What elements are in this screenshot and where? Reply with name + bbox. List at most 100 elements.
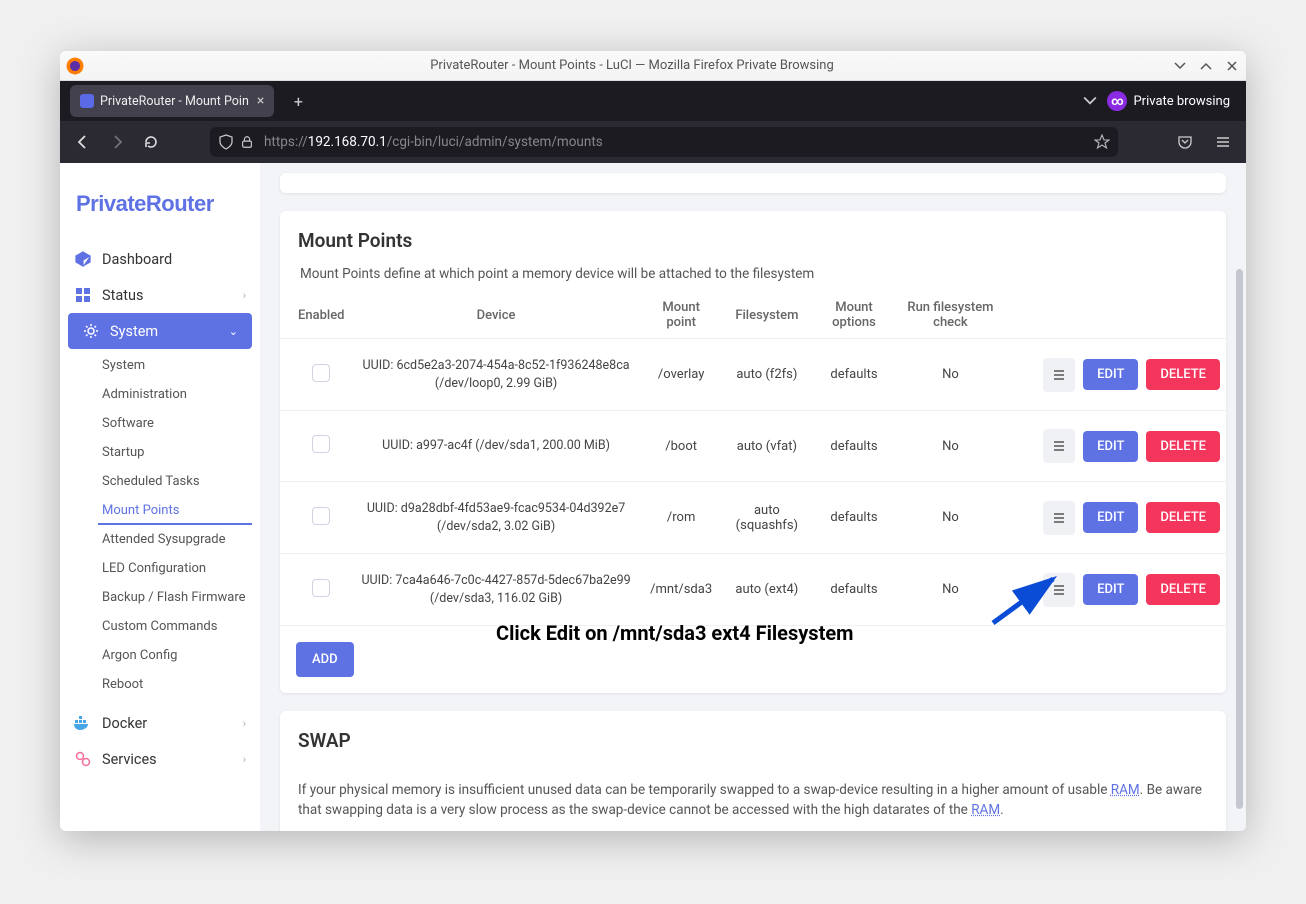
chevron-right-icon: › — [243, 289, 246, 302]
opts-cell: defaults — [813, 482, 895, 554]
back-button[interactable] — [68, 127, 98, 157]
col-mount-options: Mount options — [813, 292, 895, 339]
firefox-icon — [66, 57, 84, 75]
edit-button[interactable]: EDIT — [1083, 431, 1138, 462]
gear-icon — [82, 322, 100, 340]
edit-button[interactable]: EDIT — [1083, 574, 1138, 605]
fsck-cell: No — [895, 554, 1006, 626]
subitem-argon-config[interactable]: Argon Config — [60, 641, 260, 670]
browser-tab[interactable]: PrivateRouter - Mount Poin × — [70, 85, 274, 117]
maximize-button[interactable] — [1198, 58, 1214, 74]
table-row: UUID: d9a28dbf-4fd53ae9-fcac9534-04d392e… — [280, 482, 1226, 554]
close-window-button[interactable] — [1224, 58, 1240, 74]
mount-cell: /rom — [642, 482, 721, 554]
ram-link[interactable]: RAM — [971, 802, 1000, 818]
edit-button[interactable]: EDIT — [1083, 359, 1138, 390]
chevron-right-icon: › — [243, 753, 246, 766]
subitem-led-configuration[interactable]: LED Configuration — [60, 554, 260, 583]
mount-cell: /mnt/sda3 — [642, 554, 721, 626]
subitem-mount-points[interactable]: Mount Points — [98, 496, 252, 525]
page-content: PrivateRouter Dashboard Status › System … — [60, 163, 1246, 831]
table-row: UUID: 6cd5e2a3-2074-454a-8c52-1f936248e8… — [280, 339, 1226, 411]
subitem-scheduled-tasks[interactable]: Scheduled Tasks — [60, 467, 260, 496]
device-cell: UUID: 6cd5e2a3-2074-454a-8c52-1f936248e8… — [351, 339, 642, 411]
swap-desc: If your physical memory is insufficient … — [280, 766, 1226, 831]
fs-cell: auto (squashfs) — [721, 482, 813, 554]
subitem-system[interactable]: System — [60, 351, 260, 380]
add-button[interactable]: ADD — [296, 642, 354, 677]
enabled-checkbox[interactable] — [312, 435, 330, 453]
mount-points-desc: Mount Points define at which point a mem… — [298, 266, 1208, 282]
subitem-startup[interactable]: Startup — [60, 438, 260, 467]
tab-label: PrivateRouter - Mount Poin — [100, 94, 249, 109]
subitem-reboot[interactable]: Reboot — [60, 670, 260, 699]
app-menu-button[interactable] — [1208, 127, 1238, 157]
favicon-icon — [80, 94, 94, 108]
bookmark-star-icon[interactable] — [1094, 134, 1110, 150]
sidebar-item-label: Status — [102, 287, 143, 304]
sidebar-item-system[interactable]: System ⌄ — [68, 313, 252, 349]
minimize-button[interactable] — [1172, 58, 1188, 74]
window-titlebar: PrivateRouter - Mount Points - LuCI — Mo… — [60, 51, 1246, 81]
enabled-checkbox[interactable] — [312, 507, 330, 525]
browser-window: PrivateRouter - Mount Points - LuCI — Mo… — [60, 51, 1246, 831]
col-device: Device — [351, 292, 642, 339]
device-cell: UUID: 7ca4a646-7c0c-4427-857d-5dec67ba2e… — [351, 554, 642, 626]
sidebar-item-docker[interactable]: Docker › — [60, 705, 260, 741]
sidebar-item-services[interactable]: Services › — [60, 741, 260, 777]
delete-button[interactable]: DELETE — [1146, 502, 1220, 533]
brand-logo: PrivateRouter — [60, 173, 260, 241]
scroll-thumb[interactable] — [1236, 269, 1243, 809]
ram-link[interactable]: RAM — [1111, 782, 1140, 798]
delete-button[interactable]: DELETE — [1146, 431, 1220, 462]
new-tab-button[interactable]: + — [284, 87, 312, 115]
device-cell: UUID: a997-ac4f (/dev/sda1, 200.00 MiB) — [351, 411, 642, 482]
subitem-administration[interactable]: Administration — [60, 380, 260, 409]
delete-button[interactable]: DELETE — [1146, 574, 1220, 605]
table-row: UUID: 7ca4a646-7c0c-4427-857d-5dec67ba2e… — [280, 554, 1226, 626]
swap-card: SWAP If your physical memory is insuffic… — [280, 711, 1226, 831]
forward-button[interactable] — [102, 127, 132, 157]
subitem-software[interactable]: Software — [60, 409, 260, 438]
enabled-checkbox[interactable] — [312, 364, 330, 382]
address-bar[interactable]: https://192.168.70.1/cgi-bin/luci/admin/… — [210, 127, 1118, 157]
subitem-backup-flash[interactable]: Backup / Flash Firmware — [60, 583, 260, 612]
swap-title: SWAP — [298, 729, 1208, 752]
sidebar-item-label: Dashboard — [102, 251, 172, 268]
fs-cell: auto (f2fs) — [721, 339, 813, 411]
subitem-attended-sysupgrade[interactable]: Attended Sysupgrade — [60, 525, 260, 554]
col-enabled: Enabled — [280, 292, 351, 339]
gears-icon — [74, 750, 92, 768]
sidebar-item-dashboard[interactable]: Dashboard — [60, 241, 260, 277]
annotation-label: Click Edit on /mnt/sda3 ext4 Filesystem — [496, 621, 853, 645]
edit-button[interactable]: EDIT — [1083, 502, 1138, 533]
pocket-button[interactable] — [1170, 127, 1200, 157]
reload-button[interactable] — [136, 127, 166, 157]
drag-handle-icon[interactable] — [1043, 501, 1075, 535]
lock-icon[interactable] — [240, 135, 254, 149]
tab-list-button[interactable] — [1083, 94, 1097, 108]
tab-close-icon[interactable]: × — [257, 93, 264, 109]
opts-cell: defaults — [813, 339, 895, 411]
drag-handle-icon[interactable] — [1043, 358, 1075, 392]
window-controls — [1172, 58, 1240, 74]
scrollbar[interactable] — [1237, 199, 1244, 831]
sidebar-item-status[interactable]: Status › — [60, 277, 260, 313]
col-filesystem: Filesystem — [721, 292, 813, 339]
subitem-custom-commands[interactable]: Custom Commands — [60, 612, 260, 641]
enabled-checkbox[interactable] — [312, 579, 330, 597]
chevron-down-icon: ⌄ — [229, 325, 238, 338]
drag-handle-icon[interactable] — [1043, 573, 1075, 607]
url-toolbar: https://192.168.70.1/cgi-bin/luci/admin/… — [60, 121, 1246, 163]
card-spacer — [280, 173, 1226, 193]
sidebar-item-label: Docker — [102, 715, 147, 732]
window-title: PrivateRouter - Mount Points - LuCI — Mo… — [92, 58, 1172, 73]
shield-icon[interactable] — [218, 134, 234, 150]
device-cell: UUID: d9a28dbf-4fd53ae9-fcac9534-04d392e… — [351, 482, 642, 554]
drag-handle-icon[interactable] — [1043, 429, 1075, 463]
delete-button[interactable]: DELETE — [1146, 359, 1220, 390]
grid-icon — [74, 286, 92, 304]
main-panel: Mount Points Mount Points define at whic… — [260, 163, 1246, 831]
sidebar: PrivateRouter Dashboard Status › System … — [60, 163, 260, 831]
url-host: 192.168.70.1 — [308, 134, 387, 150]
